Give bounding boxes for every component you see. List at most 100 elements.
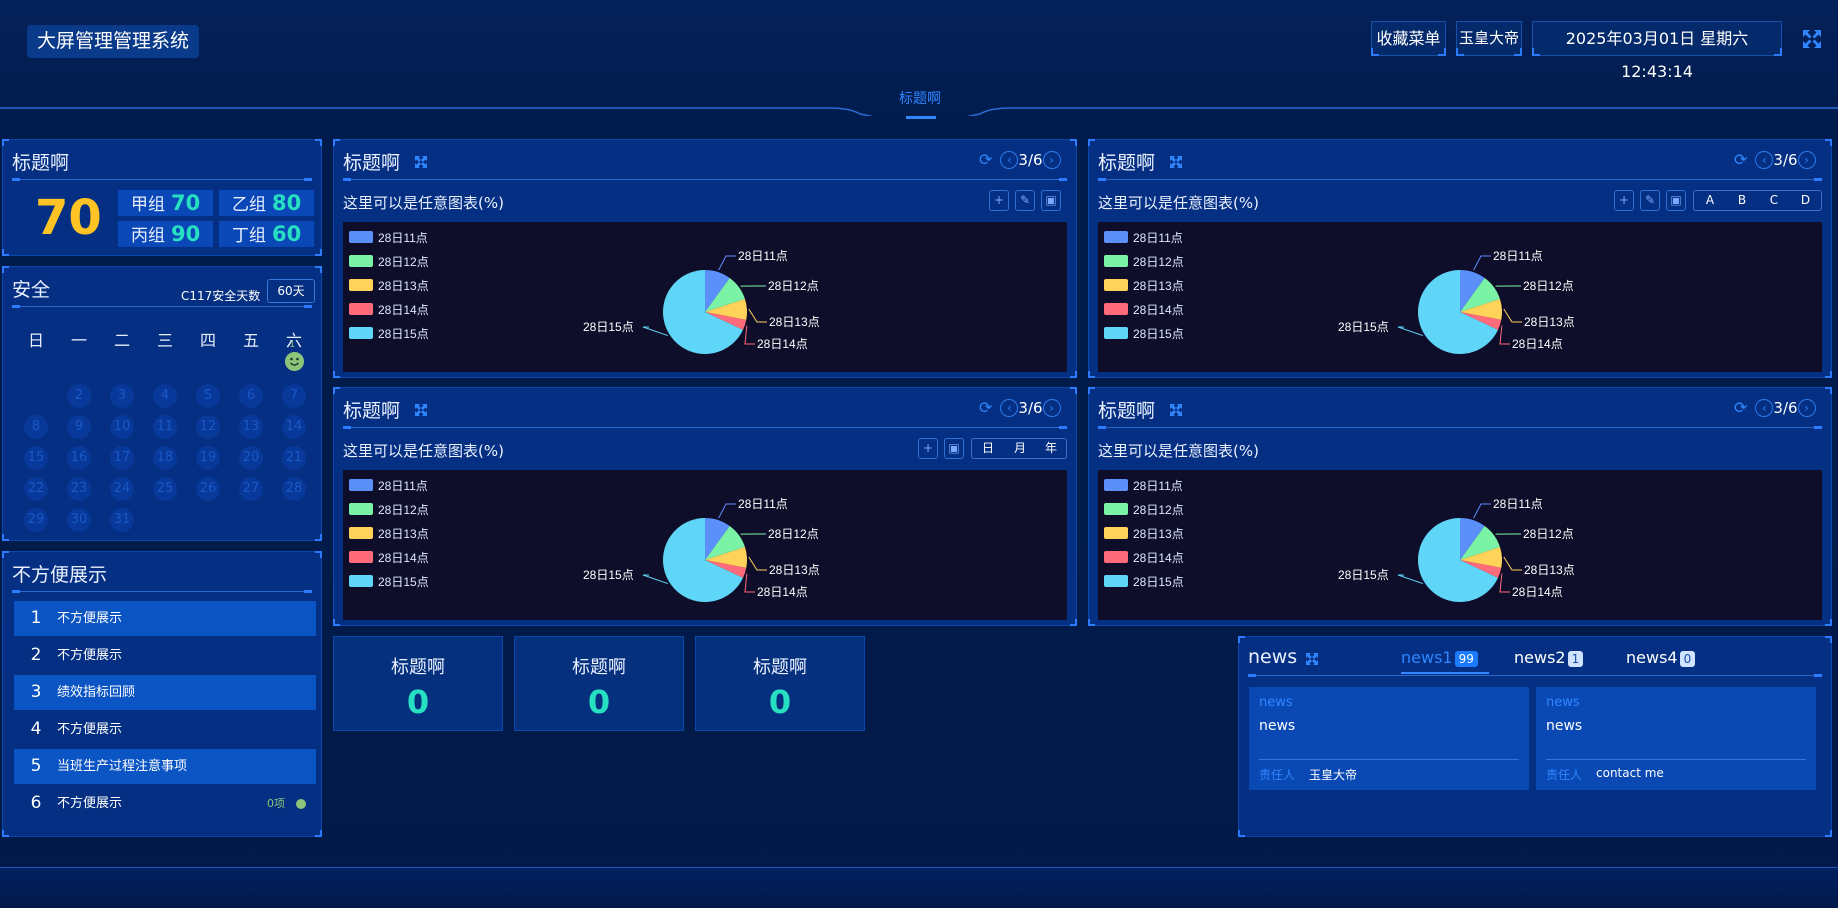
legend-label[interactable]: 28日13点	[378, 527, 429, 541]
add-icon[interactable]: +	[918, 438, 938, 459]
calendar-day[interactable]: 9	[67, 415, 91, 439]
calendar-day[interactable]: 31	[110, 508, 134, 532]
calendar-day[interactable]: 21	[282, 446, 306, 470]
expand-icon[interactable]	[1305, 652, 1319, 666]
calendar-day[interactable]: 30	[67, 508, 91, 532]
edit-icon[interactable]: ✎	[1640, 190, 1660, 211]
refresh-icon[interactable]: ⟳	[1734, 150, 1747, 169]
calendar-day[interactable]: 18	[153, 446, 177, 470]
calendar-day[interactable]: 13	[239, 415, 263, 439]
delete-icon[interactable]: ▣	[1041, 190, 1061, 211]
calendar-day[interactable]: 29	[24, 508, 48, 532]
legend-swatch[interactable]	[349, 231, 373, 243]
prev-page-icon[interactable]: ‹	[1755, 150, 1774, 169]
legend-swatch[interactable]	[349, 279, 373, 291]
legend-swatch[interactable]	[1104, 503, 1128, 515]
calendar-day[interactable]: 19	[196, 446, 220, 470]
legend-label[interactable]: 28日12点	[1133, 255, 1184, 269]
legend-label[interactable]: 28日12点	[1133, 503, 1184, 517]
legend-swatch[interactable]	[1104, 279, 1128, 291]
legend-label[interactable]: 28日13点	[1133, 527, 1184, 541]
legend-label[interactable]: 28日12点	[378, 503, 429, 517]
expand-icon[interactable]	[414, 403, 428, 417]
edit-icon[interactable]: ✎	[1015, 190, 1035, 211]
calendar-day[interactable]: 10	[110, 415, 134, 439]
segment-day[interactable]: 日	[972, 439, 1004, 458]
legend-swatch[interactable]	[1104, 527, 1128, 539]
legend-label[interactable]: 28日12点	[378, 255, 429, 269]
legend-swatch[interactable]	[1104, 479, 1128, 491]
legend-swatch[interactable]	[1104, 231, 1128, 243]
calendar-day[interactable]: 17	[110, 446, 134, 470]
refresh-icon[interactable]: ⟳	[979, 398, 992, 417]
favorites-menu-button[interactable]: 收藏菜单	[1371, 21, 1446, 56]
next-page-icon[interactable]: ›	[1797, 150, 1816, 169]
prev-page-icon[interactable]: ‹	[1000, 398, 1019, 417]
expand-icon[interactable]	[1169, 403, 1183, 417]
stat-card[interactable]: 标题啊 0	[514, 636, 684, 731]
refresh-icon[interactable]: ⟳	[979, 150, 992, 169]
legend-label[interactable]: 28日15点	[1133, 575, 1184, 589]
add-icon[interactable]: +	[1614, 190, 1634, 211]
calendar-day[interactable]: 22	[24, 477, 48, 501]
legend-label[interactable]: 28日14点	[1133, 303, 1184, 317]
stat-card[interactable]: 标题啊 0	[695, 636, 865, 731]
stat-card[interactable]: 标题啊 0	[333, 636, 503, 731]
calendar-day[interactable]: 7	[282, 384, 306, 408]
legend-swatch[interactable]	[349, 527, 373, 539]
calendar-day[interactable]: 11	[153, 415, 177, 439]
calendar-day[interactable]: 6	[239, 384, 263, 408]
next-page-icon[interactable]: ›	[1042, 398, 1061, 417]
delete-icon[interactable]: ▣	[944, 438, 964, 459]
news-tab-2[interactable]: news2 1	[1514, 648, 1584, 667]
prev-page-icon[interactable]: ‹	[1755, 398, 1774, 417]
calendar-day[interactable]: 16	[67, 446, 91, 470]
news-tab-1[interactable]: news1 99	[1401, 648, 1478, 667]
calendar-day[interactable]: 23	[67, 477, 91, 501]
calendar-day[interactable]: 12	[196, 415, 220, 439]
list-item[interactable]: 6 不方便展示 0项	[14, 786, 316, 821]
add-icon[interactable]: +	[989, 190, 1009, 211]
calendar-day[interactable]: 24	[110, 477, 134, 501]
safety-days-badge[interactable]: 60天	[267, 279, 315, 303]
list-item[interactable]: 1 不方便展示	[14, 601, 316, 636]
legend-swatch[interactable]	[1104, 575, 1128, 587]
next-page-icon[interactable]: ›	[1042, 150, 1061, 169]
calendar-day[interactable]: 27	[239, 477, 263, 501]
segment-b[interactable]: B	[1726, 191, 1758, 210]
calendar-day[interactable]: 15	[24, 446, 48, 470]
fullscreen-icon[interactable]	[1800, 27, 1824, 51]
calendar-day[interactable]: 14	[282, 415, 306, 439]
calendar-day[interactable]: 4	[153, 384, 177, 408]
calendar-day[interactable]: 28	[282, 477, 306, 501]
calendar-day[interactable]: 26	[196, 477, 220, 501]
expand-icon[interactable]	[414, 155, 428, 169]
legend-swatch[interactable]	[1104, 303, 1128, 315]
segment-d[interactable]: D	[1790, 191, 1821, 210]
list-item[interactable]: 3 绩效指标回顾	[14, 675, 316, 710]
legend-label[interactable]: 28日15点	[378, 327, 429, 341]
legend-label[interactable]: 28日11点	[378, 479, 428, 493]
legend-label[interactable]: 28日13点	[1133, 279, 1184, 293]
legend-swatch[interactable]	[349, 303, 373, 315]
legend-label[interactable]: 28日11点	[1133, 231, 1183, 245]
legend-swatch[interactable]	[349, 503, 373, 515]
calendar-day[interactable]: 25	[153, 477, 177, 501]
segment-a[interactable]: A	[1694, 191, 1726, 210]
legend-label[interactable]: 28日14点	[378, 303, 429, 317]
legend-label[interactable]: 28日14点	[1133, 551, 1184, 565]
center-nav-tab[interactable]: 标题啊	[880, 88, 960, 108]
legend-label[interactable]: 28日13点	[378, 279, 429, 293]
segment-c[interactable]: C	[1758, 191, 1790, 210]
legend-label[interactable]: 28日11点	[378, 231, 428, 245]
next-page-icon[interactable]: ›	[1797, 398, 1816, 417]
legend-swatch[interactable]	[349, 551, 373, 563]
legend-label[interactable]: 28日11点	[1133, 479, 1183, 493]
legend-swatch[interactable]	[1104, 255, 1128, 267]
calendar-day[interactable]: 5	[196, 384, 220, 408]
segment-month[interactable]: 月	[1004, 439, 1036, 458]
user-button[interactable]: 玉皇大帝	[1456, 21, 1522, 56]
prev-page-icon[interactable]: ‹	[1000, 150, 1019, 169]
refresh-icon[interactable]: ⟳	[1734, 398, 1747, 417]
legend-label[interactable]: 28日15点	[1133, 327, 1184, 341]
